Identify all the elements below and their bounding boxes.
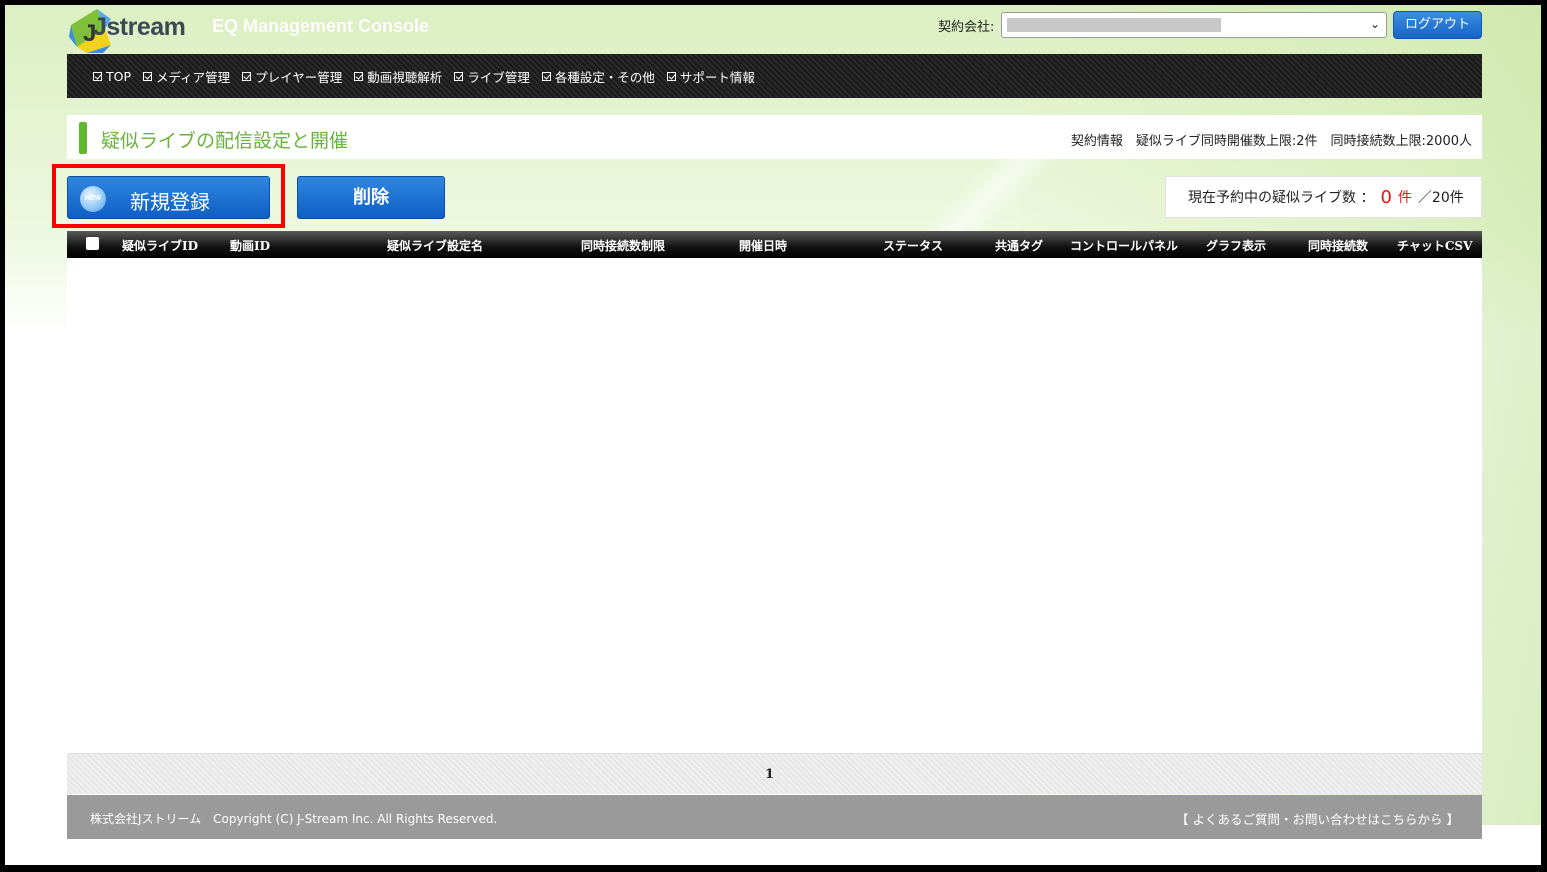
- reservation-limit: ／20件: [1417, 190, 1464, 206]
- console-title: EQ Management Console: [212, 16, 430, 36]
- nav-item-label: メディア管理: [156, 69, 231, 85]
- nav-item-player[interactable]: プレイヤー管理: [242, 67, 342, 86]
- page-number-current[interactable]: 1: [765, 767, 774, 782]
- logout-button[interactable]: ログアウト: [1393, 11, 1482, 39]
- browser-viewport: J Jstream EQ Management Console 契約会社: ⌄ …: [5, 5, 1541, 865]
- new-icon: NEW: [80, 186, 106, 212]
- column-header[interactable]: 疑似ライブ設定名: [387, 237, 483, 254]
- table-body-empty: [67, 258, 1482, 753]
- logo-text: Jstream: [93, 13, 186, 41]
- checkbox-icon: [666, 71, 676, 81]
- column-header[interactable]: グラフ表示: [1206, 237, 1266, 254]
- contract-company-select[interactable]: ⌄: [1001, 12, 1387, 38]
- contract-info: 契約情報 疑似ライブ同時開催数上限:2件 同時接続数上限:2000人: [1070, 134, 1472, 149]
- page-title-bar: 疑似ライブの配信設定と開催 契約情報 疑似ライブ同時開催数上限:2件 同時接続数…: [67, 115, 1482, 159]
- checkbox-icon: [242, 71, 252, 81]
- column-header[interactable]: 同時接続数制限: [581, 237, 665, 254]
- column-header[interactable]: チャットCSV: [1397, 237, 1472, 254]
- table-header: 疑似ライブID 動画ID 疑似ライブ設定名 同時接続数制限 開催日時 ステータス…: [67, 231, 1482, 258]
- redacted-company-name: [1007, 18, 1221, 32]
- pagination: 1: [67, 753, 1482, 794]
- new-registration-label: 新規登録: [130, 190, 210, 214]
- nav-item-analytics[interactable]: 動画視聴解析: [354, 67, 442, 86]
- chevron-down-icon: ⌄: [1369, 17, 1380, 31]
- footer: 株式会社Jストリーム Copyright (C) J-Stream Inc. A…: [67, 795, 1482, 839]
- nav-item-live[interactable]: ライブ管理: [454, 67, 530, 86]
- column-header[interactable]: ステータス: [883, 237, 943, 254]
- contract-company-label: 契約会社:: [938, 20, 995, 35]
- reservation-unit: 件: [1397, 190, 1412, 206]
- column-header[interactable]: コントロールパネル: [1070, 237, 1178, 254]
- nav-item-support[interactable]: サポート情報: [666, 67, 755, 86]
- footer-copyright: 株式会社Jストリーム Copyright (C) J-Stream Inc. A…: [90, 812, 498, 826]
- select-all-checkbox[interactable]: [86, 237, 99, 250]
- delete-button[interactable]: 削除: [297, 176, 445, 219]
- nav-item-label: TOP: [106, 68, 132, 84]
- reservation-status: 現在予約中の疑似ライブ数 ： 0件 ／20件: [1165, 176, 1482, 218]
- footer-contact-link[interactable]: 【 よくあるご質問・お問い合わせはこちらから 】: [1176, 809, 1459, 828]
- nav-item-label: プレイヤー管理: [255, 69, 343, 85]
- column-header[interactable]: 共通タグ: [995, 237, 1043, 254]
- main-nav: TOP メディア管理 プレイヤー管理 動画視聴解析 ライブ管理 各種設定・その他…: [67, 54, 1482, 98]
- title-accent-bar: [79, 122, 87, 154]
- nav-item-label: 各種設定・その他: [554, 69, 655, 85]
- nav-item-media[interactable]: メディア管理: [143, 67, 230, 86]
- nav-item-label: 動画視聴解析: [367, 69, 443, 85]
- new-registration-button[interactable]: NEW 新規登録: [67, 176, 270, 219]
- checkbox-icon: [93, 71, 102, 81]
- reservation-count: 0: [1380, 186, 1392, 208]
- column-header[interactable]: 動画ID: [230, 237, 270, 254]
- reservation-label: 現在予約中の疑似ライブ数 ：: [1188, 190, 1375, 206]
- checkbox-icon: [143, 71, 153, 81]
- column-header[interactable]: 開催日時: [739, 237, 787, 254]
- nav-item-label: サポート情報: [679, 69, 755, 85]
- column-header[interactable]: 同時接続数: [1308, 237, 1368, 254]
- nav-item-settings[interactable]: 各種設定・その他: [541, 67, 655, 86]
- checkbox-icon: [354, 71, 364, 81]
- page-title: 疑似ライブの配信設定と開催: [101, 130, 349, 152]
- column-header[interactable]: 疑似ライブID: [122, 237, 198, 254]
- checkbox-icon: [541, 71, 551, 81]
- nav-item-top[interactable]: TOP: [93, 69, 131, 84]
- nav-item-label: ライブ管理: [467, 69, 530, 85]
- checkbox-icon: [454, 71, 464, 81]
